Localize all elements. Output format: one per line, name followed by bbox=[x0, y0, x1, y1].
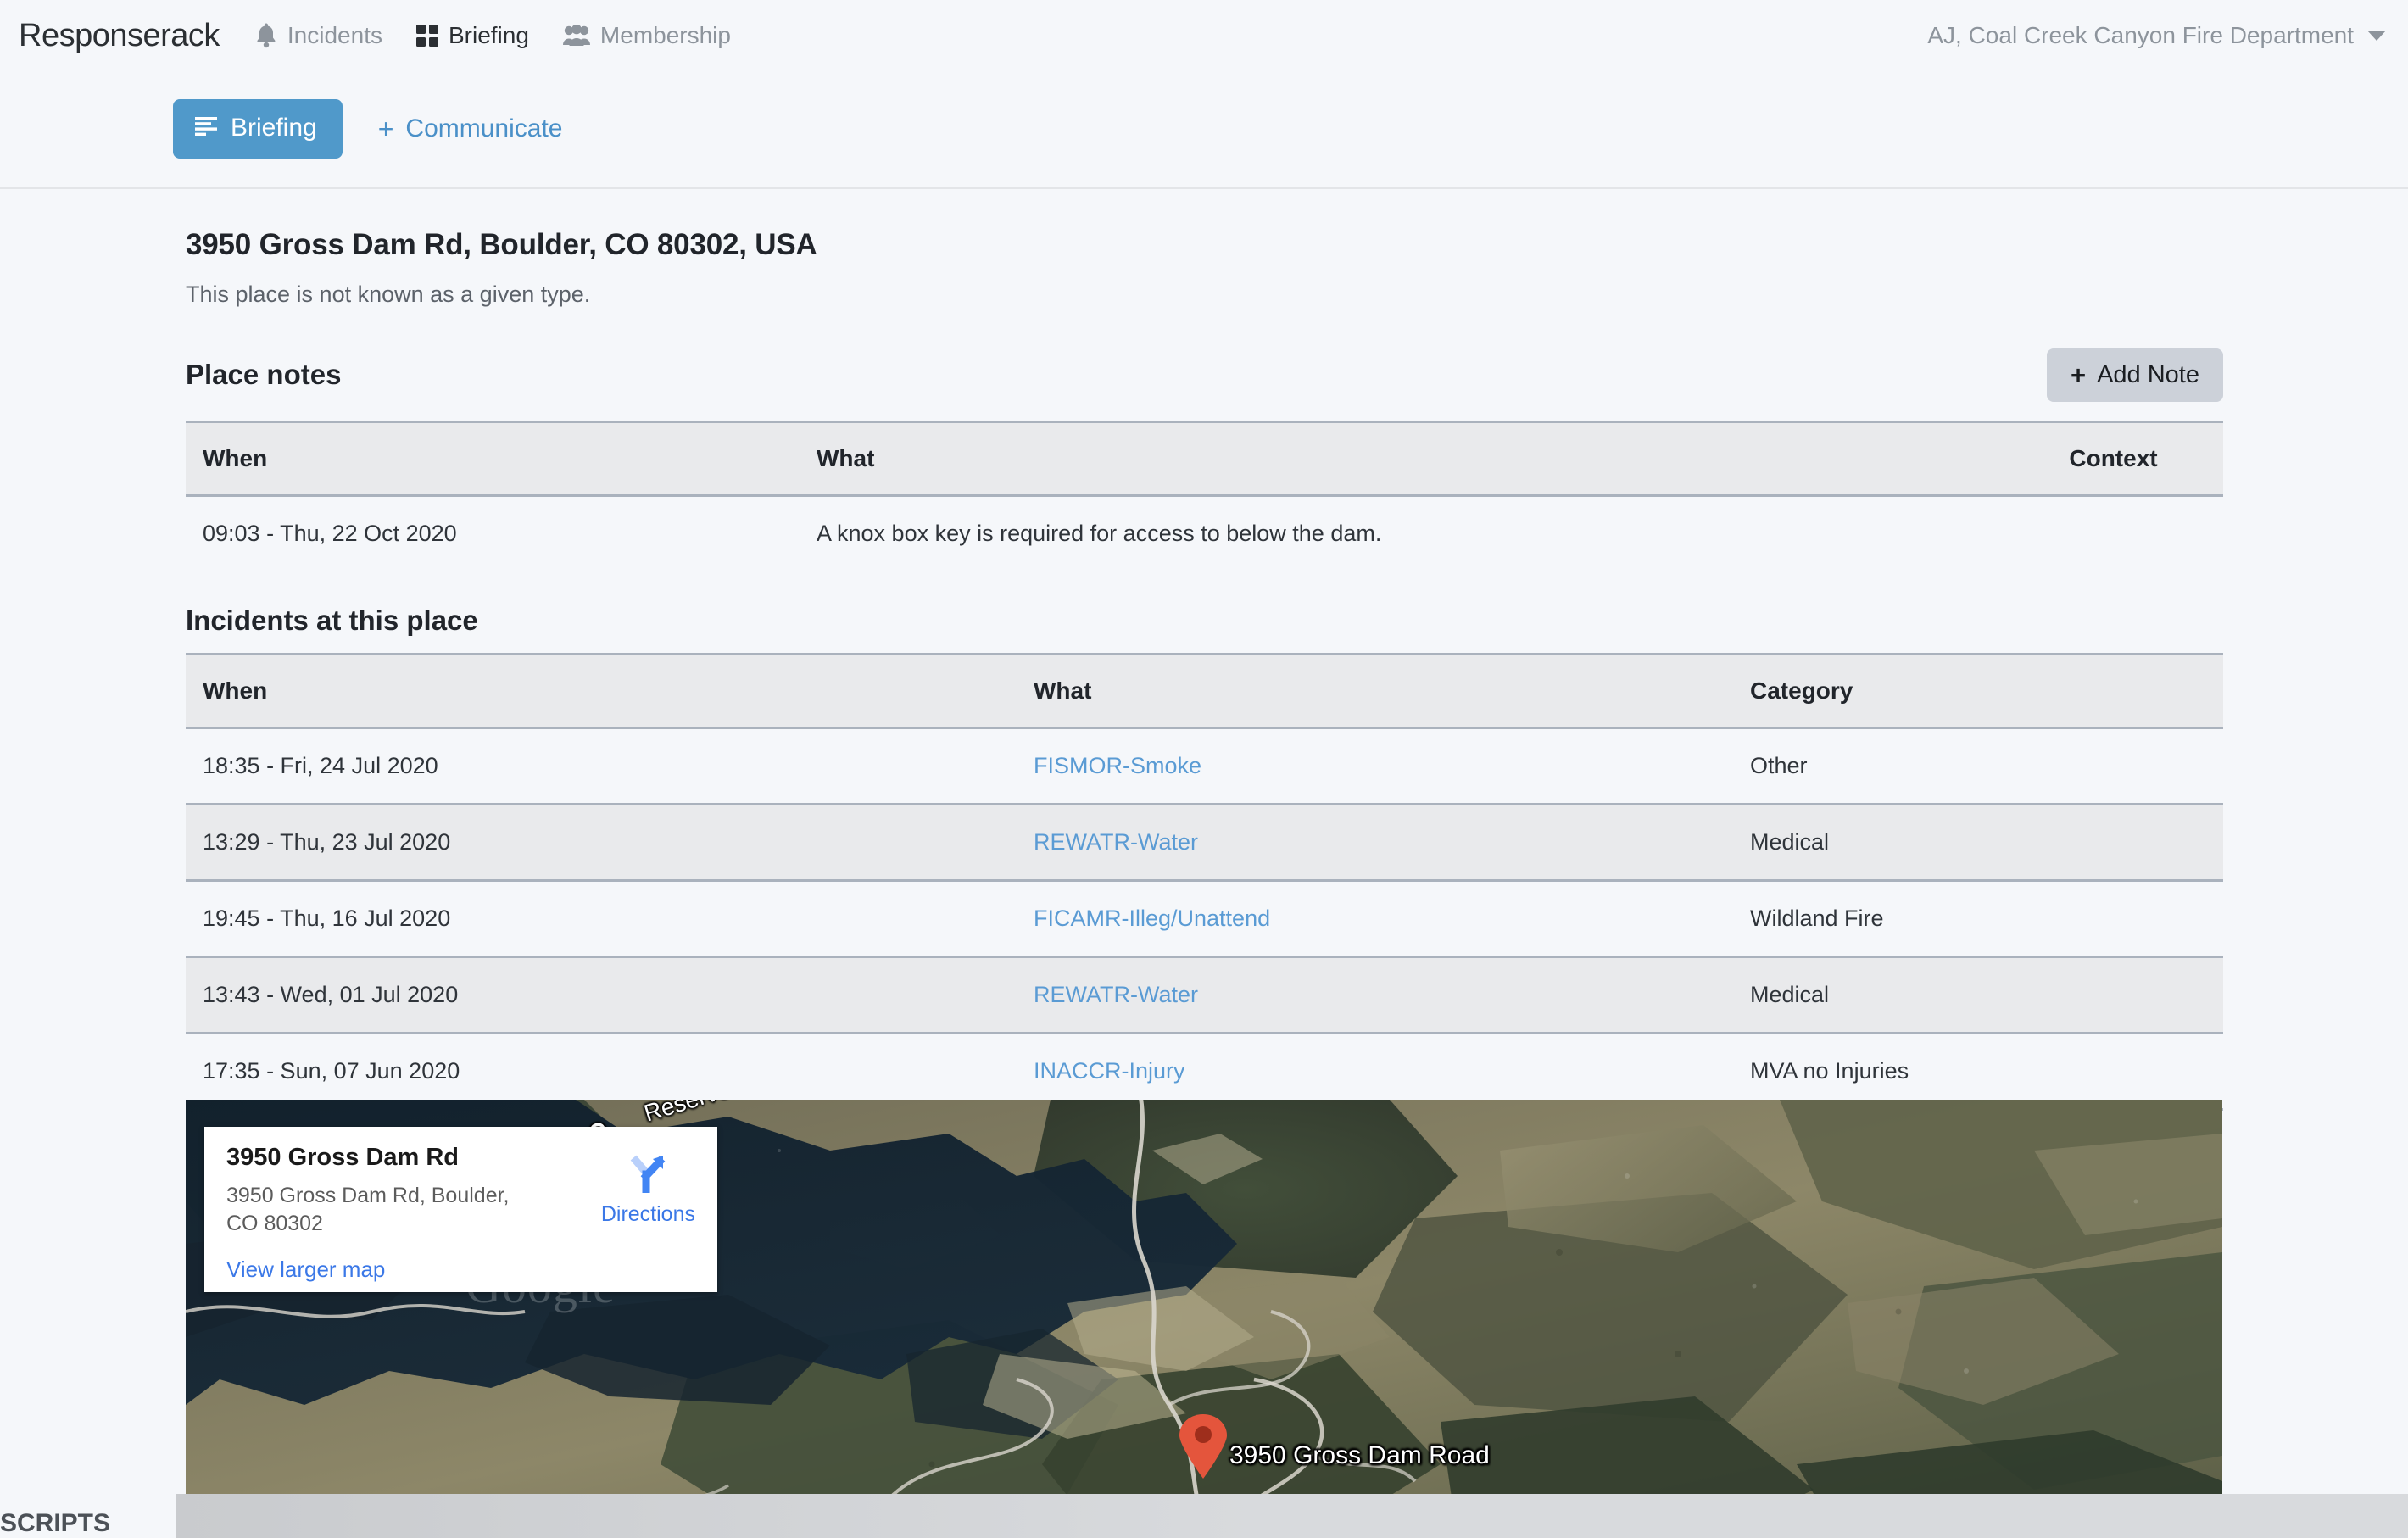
nav-item-briefing[interactable]: Briefing bbox=[416, 22, 529, 49]
place-type-note: This place is not known as a given type. bbox=[186, 281, 2223, 308]
nav-item-membership-label: Membership bbox=[600, 22, 731, 49]
account-menu-label: AJ, Coal Creek Canyon Fire Department bbox=[1927, 22, 2354, 49]
incident-what: INACCR-Injury bbox=[1017, 1034, 1733, 1110]
chevron-down-icon bbox=[2367, 31, 2386, 41]
nav-item-briefing-label: Briefing bbox=[449, 22, 529, 49]
incident-link[interactable]: FISMOR-Smoke bbox=[1034, 753, 1201, 778]
incident-what: FICAMR-Illeg/Unattend bbox=[1017, 881, 1733, 957]
note-context bbox=[1987, 496, 2223, 571]
directions-icon bbox=[624, 1151, 672, 1197]
table-row[interactable]: 18:35 - Fri, 24 Jul 2020 FISMOR-Smoke Ot… bbox=[186, 728, 2223, 805]
scripts-footer-bar: SCRIPTS bbox=[0, 1494, 2408, 1538]
table-row[interactable]: 17:35 - Sun, 07 Jun 2020 INACCR-Injury M… bbox=[186, 1034, 2223, 1110]
grid-icon bbox=[416, 25, 438, 47]
incident-link[interactable]: FICAMR-Illeg/Unattend bbox=[1034, 906, 1270, 931]
place-notes-title: Place notes bbox=[186, 359, 341, 391]
map-card-left: 3950 Gross Dam Rd 3950 Gross Dam Rd, Bou… bbox=[226, 1144, 532, 1292]
table-header-row: When What Context bbox=[186, 422, 2223, 496]
incident-link[interactable]: INACCR-Injury bbox=[1034, 1058, 1185, 1084]
bell-icon bbox=[255, 23, 277, 48]
col-header-context: Context bbox=[1987, 422, 2223, 496]
nav-item-membership[interactable]: Membership bbox=[563, 22, 731, 49]
incident-category: Medical bbox=[1733, 957, 2223, 1034]
place-notes-thead: When What Context bbox=[186, 422, 2223, 496]
incident-when: 18:35 - Fri, 24 Jul 2020 bbox=[186, 728, 1017, 805]
col-header-category: Category bbox=[1733, 655, 2223, 728]
incidents-title: Incidents at this place bbox=[186, 605, 478, 637]
main-content: 3950 Gross Dam Rd, Boulder, CO 80302, US… bbox=[0, 189, 2408, 1111]
nav-item-incidents-label: Incidents bbox=[287, 22, 382, 49]
col-header-when: When bbox=[186, 422, 800, 496]
map-card-address: 3950 Gross Dam Rd, Boulder, CO 80302 bbox=[226, 1182, 532, 1238]
note-what: A knox box key is required for access to… bbox=[800, 496, 1987, 571]
table-row[interactable]: 09:03 - Thu, 22 Oct 2020 A knox box key … bbox=[186, 496, 2223, 571]
communicate-button[interactable]: + Communicate bbox=[378, 114, 563, 143]
top-navbar: Responserack Incidents Briefing Membersh… bbox=[0, 0, 2408, 71]
sub-navbar: Briefing + Communicate bbox=[0, 71, 2408, 189]
incident-category: Wildland Fire bbox=[1733, 881, 2223, 957]
nav-item-incidents[interactable]: Incidents bbox=[255, 22, 382, 49]
directions-label: Directions bbox=[601, 1202, 695, 1227]
incident-category: Other bbox=[1733, 728, 2223, 805]
incident-what: REWATR-Water bbox=[1017, 805, 1733, 881]
page-title: 3950 Gross Dam Rd, Boulder, CO 80302, US… bbox=[186, 228, 2223, 262]
table-row[interactable]: 13:43 - Wed, 01 Jul 2020 REWATR-Water Me… bbox=[186, 957, 2223, 1034]
col-header-what: What bbox=[800, 422, 1987, 496]
col-header-when: When bbox=[186, 655, 1017, 728]
primary-nav: Incidents Briefing Membership bbox=[255, 22, 731, 49]
briefing-button[interactable]: Briefing bbox=[173, 99, 343, 159]
directions-button[interactable]: Directions bbox=[601, 1144, 695, 1292]
incidents-header: Incidents at this place bbox=[186, 605, 2223, 637]
incident-what: FISMOR-Smoke bbox=[1017, 728, 1733, 805]
add-note-button[interactable]: + Add Note bbox=[2047, 348, 2223, 402]
map-marker-pin[interactable] bbox=[1179, 1414, 1228, 1483]
list-icon bbox=[195, 114, 217, 142]
table-row[interactable]: 13:29 - Thu, 23 Jul 2020 REWATR-Water Me… bbox=[186, 805, 2223, 881]
account-menu[interactable]: AJ, Coal Creek Canyon Fire Department bbox=[1927, 0, 2386, 71]
place-notes-table: When What Context 09:03 - Thu, 22 Oct 20… bbox=[186, 421, 2223, 571]
map-info-card: 3950 Gross Dam Rd 3950 Gross Dam Rd, Bou… bbox=[204, 1127, 717, 1292]
add-note-button-label: Add Note bbox=[2097, 361, 2199, 389]
place-notes-tbody: 09:03 - Thu, 22 Oct 2020 A knox box key … bbox=[186, 496, 2223, 571]
incident-when: 17:35 - Sun, 07 Jun 2020 bbox=[186, 1034, 1017, 1110]
incident-when: 13:43 - Wed, 01 Jul 2020 bbox=[186, 957, 1017, 1034]
scripts-label: SCRIPTS bbox=[0, 1511, 110, 1538]
view-larger-map-link[interactable]: View larger map bbox=[226, 1257, 532, 1283]
note-when: 09:03 - Thu, 22 Oct 2020 bbox=[186, 496, 800, 571]
plus-icon: + bbox=[378, 115, 394, 142]
plus-icon: + bbox=[2071, 362, 2086, 388]
incident-what: REWATR-Water bbox=[1017, 957, 1733, 1034]
table-header-row: When What Category bbox=[186, 655, 2223, 728]
incident-when: 19:45 - Thu, 16 Jul 2020 bbox=[186, 881, 1017, 957]
table-row[interactable]: 19:45 - Thu, 16 Jul 2020 FICAMR-Illeg/Un… bbox=[186, 881, 2223, 957]
col-header-what: What bbox=[1017, 655, 1733, 728]
app-root: Responserack Incidents Briefing Membersh… bbox=[0, 0, 2408, 1538]
incidents-table: When What Category 18:35 - Fri, 24 Jul 2… bbox=[186, 653, 2223, 1111]
incident-link[interactable]: REWATR-Water bbox=[1034, 982, 1198, 1007]
incidents-thead: When What Category bbox=[186, 655, 2223, 728]
incident-link[interactable]: REWATR-Water bbox=[1034, 829, 1198, 855]
incidents-tbody: 18:35 - Fri, 24 Jul 2020 FISMOR-Smoke Ot… bbox=[186, 728, 2223, 1110]
briefing-button-label: Briefing bbox=[231, 114, 317, 142]
map-marker-label: 3950 Gross Dam Road bbox=[1229, 1441, 1490, 1470]
brand-logo[interactable]: Responserack bbox=[19, 18, 220, 54]
people-icon bbox=[563, 25, 590, 47]
content-inner: 3950 Gross Dam Rd, Boulder, CO 80302, US… bbox=[186, 228, 2223, 1111]
map-card-title: 3950 Gross Dam Rd bbox=[226, 1144, 532, 1172]
incident-when: 13:29 - Thu, 23 Jul 2020 bbox=[186, 805, 1017, 881]
incident-category: MVA no Injuries bbox=[1733, 1034, 2223, 1110]
place-notes-header: Place notes + Add Note bbox=[186, 345, 2223, 404]
communicate-button-label: Communicate bbox=[405, 114, 562, 143]
incident-category: Medical bbox=[1733, 805, 2223, 881]
